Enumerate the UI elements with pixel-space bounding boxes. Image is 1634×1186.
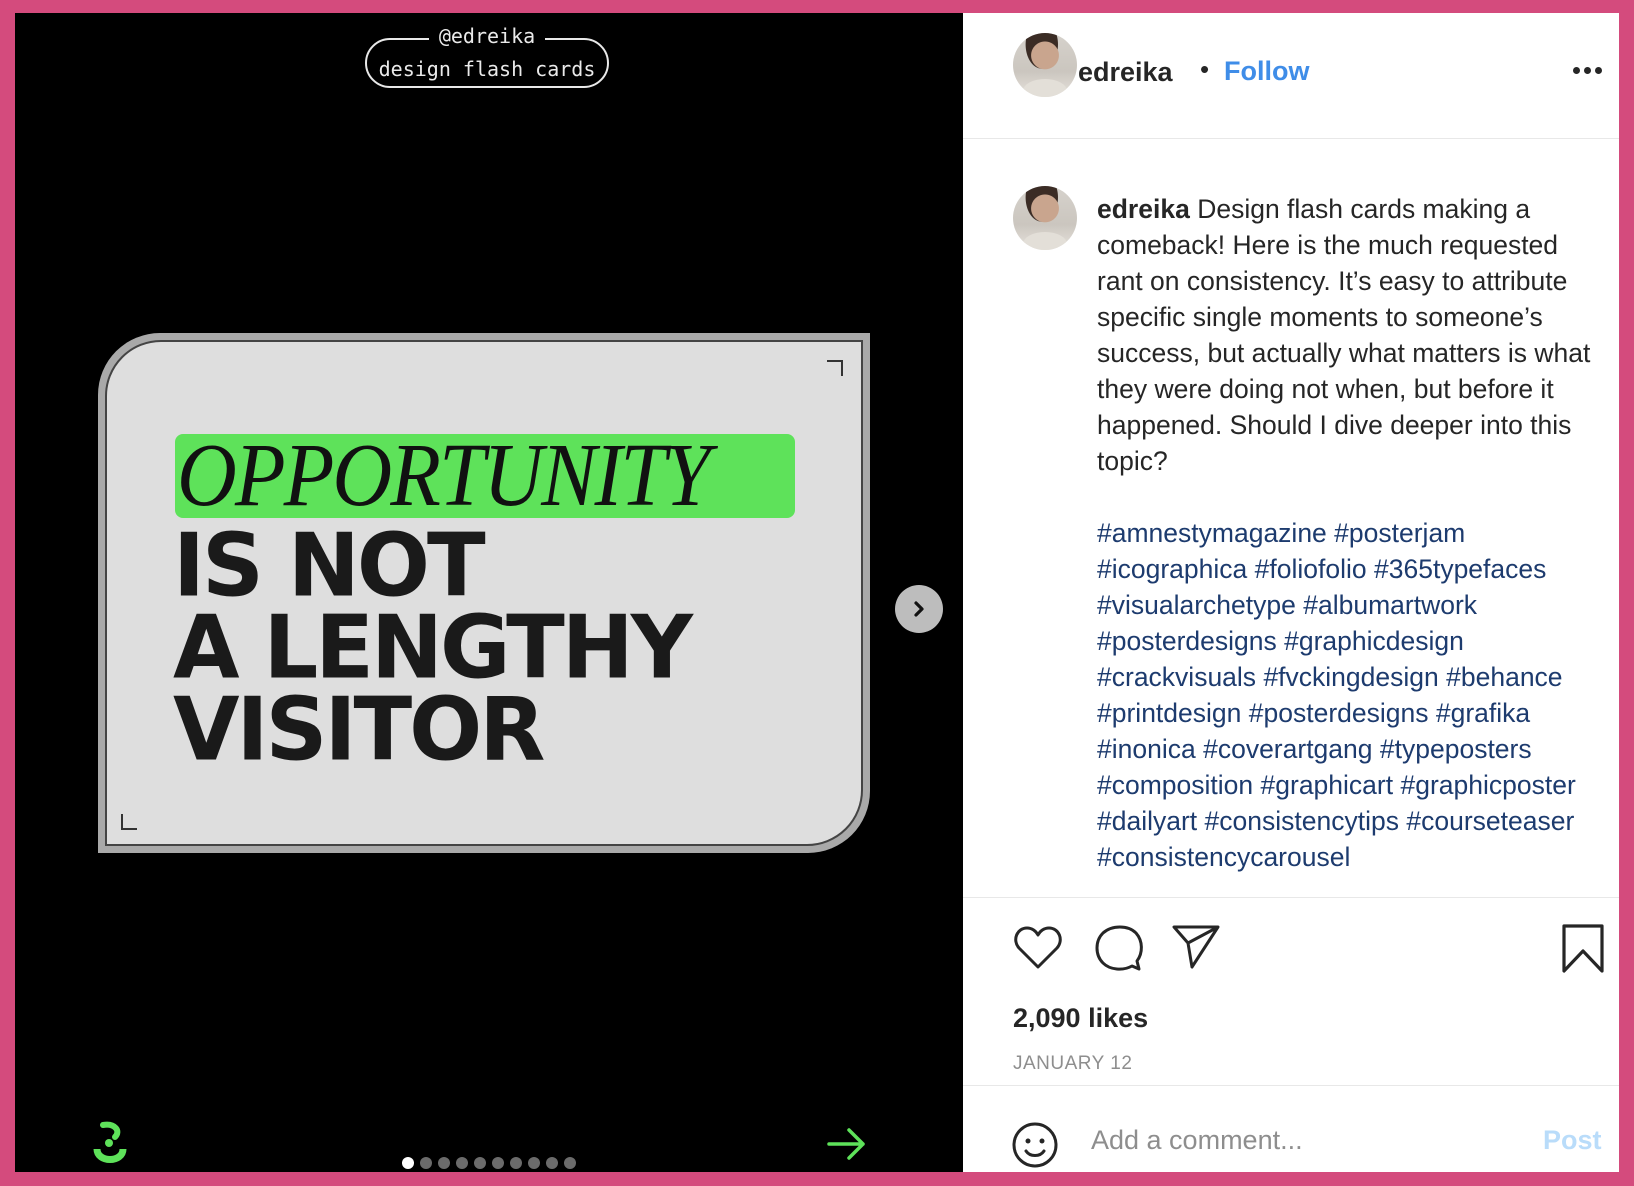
hashtag-link[interactable]: #amnestymagazine [1097,518,1327,548]
carousel-dot[interactable] [438,1157,450,1169]
hashtag-link[interactable]: #dailyart [1097,806,1197,836]
comment-box: Post [963,1103,1619,1172]
post-window: @edreika design flash cards OPPORTUNITY … [15,13,1619,1172]
hashtag-link[interactable]: #posterdesigns [1097,626,1277,656]
caption-username[interactable]: edreika [1097,194,1190,224]
hashtag-link[interactable]: #posterdesigns [1249,698,1429,728]
card-highlight-word: OPPORTUNITY [177,426,711,525]
caption-text: Design flash cards making a comeback! He… [1097,194,1591,476]
header-divider [963,138,1619,139]
save-button[interactable] [1561,923,1605,980]
hashtag-link[interactable]: #albumartwork [1303,590,1477,620]
likes-count[interactable]: 2,090 likes [1013,1003,1148,1034]
card-line-1: IS NOT [173,515,486,617]
hashtag-link[interactable]: #graphicposter [1400,770,1575,800]
like-button[interactable] [1013,923,1063,976]
hashtag-link[interactable]: #icographica [1097,554,1247,584]
hashtag-link[interactable]: #consistencytips [1205,806,1399,836]
caption-divider [963,897,1619,898]
hashtag-link[interactable]: #inonica [1097,734,1196,764]
arrow-right-icon [827,1128,865,1160]
hashtag-link[interactable]: #crackvisuals [1097,662,1256,692]
hashtag-link[interactable]: #fvckingdesign [1263,662,1438,692]
post-comment-button[interactable]: Post [1543,1125,1602,1156]
emoji-button[interactable] [1011,1121,1059,1172]
media-handle-label: @edreika [428,24,546,48]
caption: edreika Design flash cards making a come… [1097,191,1609,891]
hashtag-link[interactable]: #printdesign [1097,698,1241,728]
card-line-2: A LENGTHY [173,597,693,699]
carousel-dot[interactable] [492,1157,504,1169]
media-series-label: design flash cards [378,57,596,81]
flash-card: OPPORTUNITY IS NOT A LENGTHY VISITOR [98,333,870,853]
hashtag-link[interactable]: #typeposters [1380,734,1532,764]
post-date[interactable]: JANUARY 12 [1013,1053,1132,1075]
card-line-3: VISITOR [173,679,545,781]
carousel-dot[interactable] [474,1157,486,1169]
hashtag-link[interactable]: #coverartgang [1203,734,1372,764]
hashtag-link[interactable]: #posterjam [1334,518,1465,548]
more-horizontal-icon [1573,67,1602,74]
action-bar [1013,923,1605,980]
paper-plane-icon [1172,925,1220,969]
speech-bubble-icon [1095,925,1143,971]
hashtag-link[interactable]: #graphicdesign [1284,626,1464,656]
more-options-button[interactable] [1573,67,1602,74]
header-avatar[interactable] [1013,33,1077,97]
hashtag-link[interactable]: #graphicart [1261,770,1394,800]
hashtag-link[interactable]: #consistencycarousel [1097,842,1350,872]
header-separator: • [1200,54,1210,84]
comment-input[interactable] [1089,1119,1513,1161]
hashtag-link[interactable]: #grafika [1436,698,1530,728]
corner-mark-top-right [827,360,843,376]
bookmark-icon [1562,924,1604,973]
post-details-panel: edreika • Follow edreika Design flash ca… [963,13,1619,1172]
carousel-dot[interactable] [510,1157,522,1169]
smiley-icon [1012,1122,1058,1168]
hashtag-link[interactable]: #courseteaser [1406,806,1574,836]
caption-hashtags: #amnestymagazine #posterjam #icographica… [1097,515,1609,875]
hashtag-link[interactable]: #365typefaces [1374,554,1546,584]
carousel-indicator [15,1157,963,1169]
post-media-carousel[interactable]: @edreika design flash cards OPPORTUNITY … [15,13,963,1172]
follow-button[interactable]: Follow [1224,56,1309,87]
carousel-dot[interactable] [564,1157,576,1169]
comment-button[interactable] [1093,923,1145,978]
carousel-dot[interactable] [528,1157,540,1169]
hashtag-link[interactable]: #foliofolio [1255,554,1367,584]
header-username[interactable]: edreika [1078,57,1173,88]
carousel-dot[interactable] [456,1157,468,1169]
heart-icon [1014,926,1062,969]
hashtag-link[interactable]: #behance [1446,662,1562,692]
chevron-right-icon [914,601,924,617]
comment-divider [963,1085,1619,1086]
caption-avatar[interactable] [1013,186,1077,250]
carousel-dot[interactable] [420,1157,432,1169]
hashtag-link[interactable]: #composition [1097,770,1253,800]
corner-mark-bottom-left [121,814,137,830]
carousel-dot[interactable] [546,1157,558,1169]
share-button[interactable] [1171,923,1221,976]
carousel-dot[interactable] [402,1157,414,1169]
hashtag-link[interactable]: #visualarchetype [1097,590,1296,620]
carousel-next-button[interactable] [895,585,943,633]
